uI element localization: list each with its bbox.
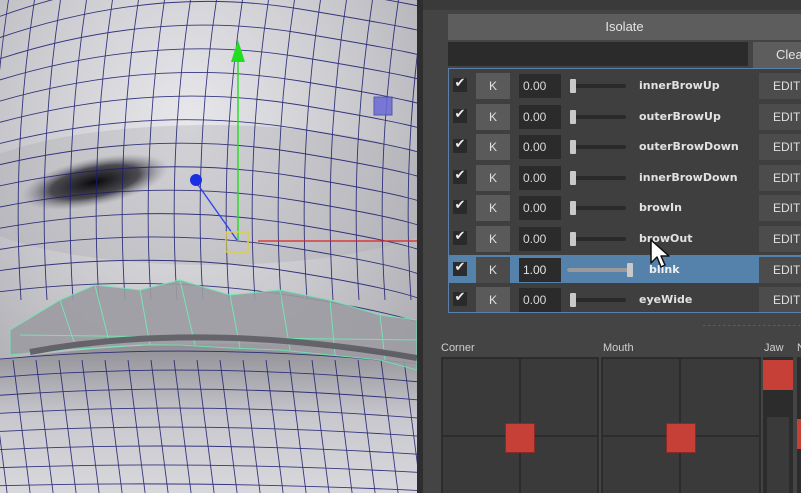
corner-control-pad[interactable]	[441, 357, 599, 493]
weight-value-field[interactable]: 0.00	[519, 288, 561, 312]
blend-shape-name: outerBrowDown	[639, 140, 739, 154]
blend-shape-row[interactable]: ✔ K 1.00 blink EDIT	[449, 254, 801, 283]
weight-slider-handle[interactable]	[570, 140, 576, 155]
blend-shape-name: browIn	[639, 201, 682, 215]
weight-slider[interactable]	[567, 262, 633, 277]
key-button[interactable]: K	[476, 256, 510, 283]
key-button[interactable]: K	[476, 73, 510, 99]
mouth-pad-handle[interactable]	[666, 423, 696, 453]
weight-slider[interactable]	[570, 170, 626, 185]
blend-shape-row[interactable]: ✔ K 0.00 browIn EDIT	[449, 193, 801, 222]
checkmark-icon: ✔	[454, 167, 466, 183]
clear-button[interactable]: Clear	[753, 42, 801, 68]
enable-checkbox[interactable]: ✔	[453, 229, 467, 245]
enable-checkbox[interactable]: ✔	[453, 76, 467, 92]
weight-slider-handle[interactable]	[570, 201, 576, 216]
edit-button[interactable]: EDIT	[759, 256, 801, 283]
corner-label: Corner	[441, 342, 475, 354]
next-section-label: N	[797, 342, 801, 354]
checkmark-icon: ✔	[454, 137, 466, 153]
blend-shape-list: ✔ K 0.00 innerBrowUp EDIT ✔ K 0.00 outerBrowUp ED…	[448, 68, 801, 313]
checkmark-icon: ✔	[454, 229, 466, 244]
checkmark-icon: ✔	[454, 198, 466, 214]
enable-checkbox[interactable]: ✔	[453, 167, 467, 184]
weight-value-field[interactable]: 0.00	[519, 135, 561, 160]
enable-checkbox[interactable]: ✔	[453, 259, 467, 276]
weight-slider-handle[interactable]	[570, 293, 576, 308]
weight-value-field[interactable]: 0.00	[519, 74, 561, 98]
weight-value-field[interactable]: 1.00	[519, 257, 561, 282]
mouth-label: Mouth	[603, 342, 634, 354]
blend-shape-row[interactable]: ✔ K 0.00 outerBrowUp EDIT	[449, 102, 801, 130]
weight-slider-handle[interactable]	[570, 109, 576, 124]
jaw-slider-track	[767, 417, 789, 493]
weight-slider[interactable]	[570, 140, 626, 155]
blend-shape-name: eyeWide	[639, 293, 693, 307]
next-slider[interactable]	[797, 357, 801, 493]
weight-value-field[interactable]: 0.00	[519, 104, 561, 129]
jaw-label: Jaw	[764, 342, 784, 354]
weight-value-field[interactable]: 0.00	[519, 227, 561, 251]
panel-top-strip	[423, 0, 801, 10]
mouse-pointer-icon	[650, 239, 670, 268]
panel-separator	[703, 325, 801, 327]
enable-checkbox[interactable]: ✔	[453, 106, 467, 123]
checkmark-icon: ✔	[454, 290, 466, 306]
edit-button[interactable]: EDIT	[759, 103, 801, 130]
edit-button[interactable]: EDIT	[759, 287, 801, 312]
key-button[interactable]: K	[476, 103, 510, 130]
blend-shape-panel: Isolate Clear ✔ K 0.00 innerBrowUp EDIT ✔ K 0.0…	[423, 0, 801, 493]
blend-shape-name: innerBrowDown	[639, 170, 738, 184]
weight-slider[interactable]	[570, 109, 626, 124]
weight-slider-handle[interactable]	[627, 262, 633, 277]
checkmark-icon: ✔	[454, 259, 466, 275]
3d-viewport[interactable]	[0, 0, 417, 493]
checkmark-icon: ✔	[454, 76, 466, 91]
next-slider-handle[interactable]	[797, 419, 801, 449]
key-button[interactable]: K	[476, 164, 510, 191]
weight-slider[interactable]	[570, 232, 626, 246]
key-button[interactable]: K	[476, 287, 510, 312]
blend-shape-row[interactable]: ✔ K 0.00 innerBrowDown EDIT	[449, 163, 801, 191]
mouth-control-pad[interactable]	[601, 357, 761, 493]
checkmark-icon: ✔	[454, 106, 466, 122]
weight-value-field[interactable]: 0.00	[519, 165, 561, 190]
blend-shape-row[interactable]: ✔ K 0.00 innerBrowUp EDIT	[449, 71, 801, 99]
weight-slider[interactable]	[570, 293, 626, 308]
weight-value-field[interactable]: 0.00	[519, 196, 561, 221]
jaw-slider[interactable]	[763, 357, 793, 493]
edit-button[interactable]: EDIT	[759, 226, 801, 252]
filter-input[interactable]	[448, 42, 748, 66]
key-button[interactable]: K	[476, 134, 510, 161]
weight-slider[interactable]	[570, 79, 626, 93]
enable-checkbox[interactable]: ✔	[453, 137, 467, 154]
blend-shape-row[interactable]: ✔ K 0.00 outerBrowDown EDIT	[449, 132, 801, 161]
blend-shape-name: innerBrowUp	[639, 79, 720, 92]
weight-slider-handle[interactable]	[570, 170, 576, 185]
edit-button[interactable]: EDIT	[759, 134, 801, 161]
weight-slider[interactable]	[570, 201, 626, 216]
enable-checkbox[interactable]: ✔	[453, 198, 467, 215]
key-button[interactable]: K	[476, 195, 510, 222]
jaw-slider-handle[interactable]	[763, 360, 793, 390]
blend-shape-name: outerBrowUp	[639, 109, 721, 123]
weight-slider-handle[interactable]	[570, 232, 576, 246]
enable-checkbox[interactable]: ✔	[453, 290, 467, 307]
edit-button[interactable]: EDIT	[759, 73, 801, 99]
blend-shape-row[interactable]: ✔ K 0.00 eyeWide EDIT	[449, 285, 801, 312]
isolate-button[interactable]: Isolate	[448, 14, 801, 40]
weight-slider-handle[interactable]	[570, 79, 576, 93]
weight-slider-fill	[567, 267, 630, 272]
edit-button[interactable]: EDIT	[759, 164, 801, 191]
key-button[interactable]: K	[476, 226, 510, 252]
corner-pad-handle[interactable]	[505, 423, 535, 453]
face-mesh-render	[0, 0, 417, 493]
edit-button[interactable]: EDIT	[759, 195, 801, 222]
blend-shape-row[interactable]: ✔ K 0.00 browOut EDIT	[449, 224, 801, 252]
